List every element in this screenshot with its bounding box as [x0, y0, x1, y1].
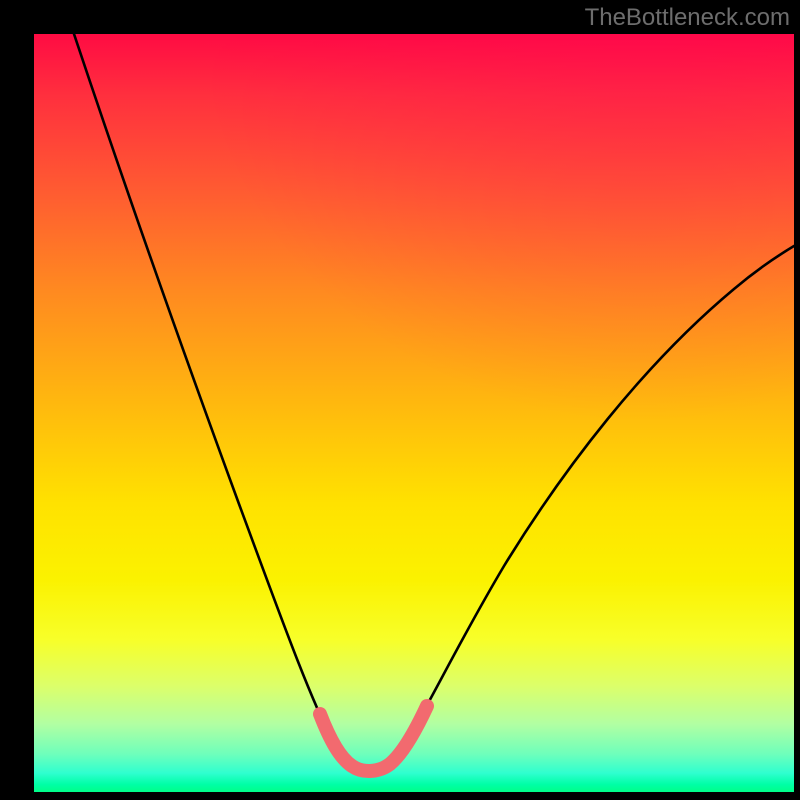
curve-layer: [34, 34, 794, 792]
bottleneck-curve: [74, 34, 794, 769]
watermark-text: TheBottleneck.com: [585, 4, 790, 32]
highlight-pink-band: [320, 706, 427, 771]
plot-area: [34, 34, 794, 792]
chart-stage: TheBottleneck.com: [0, 0, 800, 800]
